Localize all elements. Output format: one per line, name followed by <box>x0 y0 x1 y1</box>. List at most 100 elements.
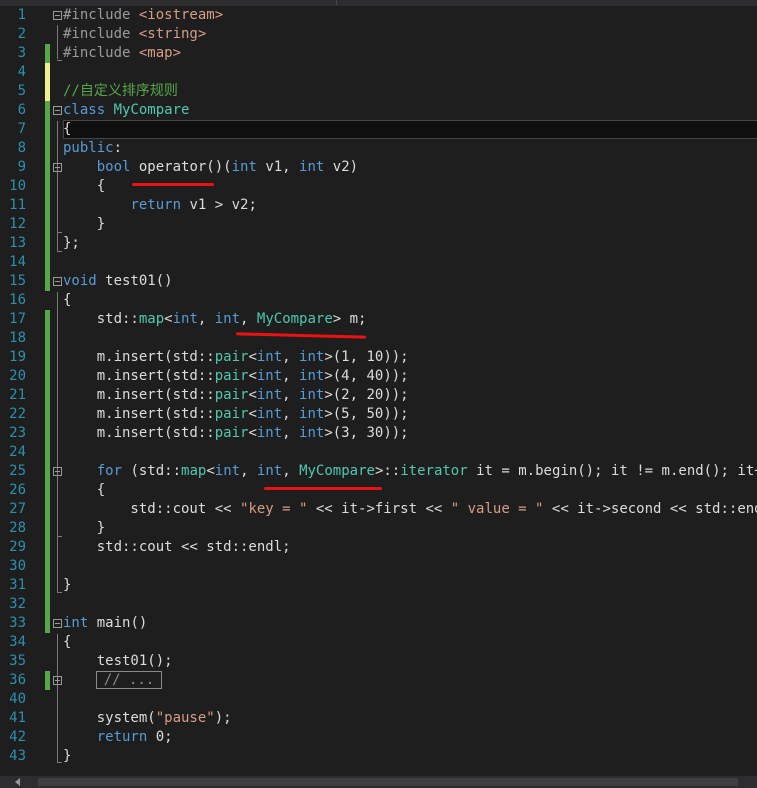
code-text[interactable]: //自定义排序规则 <box>63 82 178 101</box>
code-line[interactable]: 34 { <box>0 633 757 652</box>
code-line[interactable]: 10 { <box>0 177 757 196</box>
code-text[interactable]: std::cout << "key = " << it->first << " … <box>63 500 757 519</box>
code-line[interactable]: 36 // ... <box>0 671 757 690</box>
code-text[interactable]: { <box>63 120 71 139</box>
code-line[interactable]: 5 //自定义排序规则 <box>0 82 757 101</box>
code-text[interactable]: test01(); <box>63 652 173 671</box>
code-text[interactable]: class MyCompare <box>63 101 189 120</box>
code-line[interactable]: 12 } <box>0 215 757 234</box>
code-text[interactable]: m.insert(std::pair<int, int>(4, 40)); <box>63 367 409 386</box>
code-line[interactable]: 8 public: <box>0 139 757 158</box>
code-line[interactable]: 18 <box>0 329 757 348</box>
line-number: 29 <box>9 539 26 555</box>
code-text[interactable]: std::cout << std::endl; <box>63 538 291 557</box>
code-line[interactable]: 6 class MyCompare <box>0 101 757 120</box>
code-line[interactable]: 31} <box>0 576 757 595</box>
code-text[interactable]: { <box>63 481 105 500</box>
code-line[interactable]: 41 system("pause"); <box>0 709 757 728</box>
code-text[interactable]: }; <box>63 234 80 253</box>
code-line[interactable]: 32 <box>0 595 757 614</box>
code-text[interactable]: m.insert(std::pair<int, int>(5, 50)); <box>63 405 409 424</box>
code-text[interactable]: void test01() <box>63 272 173 291</box>
code-text[interactable]: } <box>63 747 71 766</box>
code-line[interactable]: 25 for (std::map<int, int, MyCompare>::i… <box>0 462 757 481</box>
code-text[interactable]: } <box>63 519 105 538</box>
change-marker <box>45 671 50 690</box>
code-text[interactable]: m.insert(std::pair<int, int>(3, 30)); <box>63 424 409 443</box>
code-text[interactable]: for (std::map<int, int, MyCompare>::iter… <box>63 462 757 481</box>
red-underline-annotation <box>264 487 382 490</box>
code-line[interactable]: 3 #include <map> <box>0 44 757 63</box>
code-line[interactable]: 43} <box>0 747 757 766</box>
code-line[interactable]: 4 <box>0 63 757 82</box>
code-line[interactable]: 42 return 0; <box>0 728 757 747</box>
code-line[interactable]: 13}; <box>0 234 757 253</box>
code-token: , <box>282 406 300 422</box>
code-line[interactable]: 21 m.insert(std::pair<int, int>(2, 20)); <box>0 386 757 405</box>
code-text[interactable]: m.insert(std::pair<int, int>(2, 20)); <box>63 386 409 405</box>
code-text[interactable]: bool operator()(int v1, int v2) <box>63 158 358 177</box>
code-line[interactable]: 26 { <box>0 481 757 500</box>
code-token: //自定义排序规则 <box>63 83 178 99</box>
code-text[interactable]: } <box>63 215 105 234</box>
code-line[interactable]: 33 int main() <box>0 614 757 633</box>
code-text[interactable]: { <box>63 633 71 652</box>
line-number: 12 <box>9 216 26 232</box>
code-token: { <box>63 482 106 498</box>
code-token: int <box>256 368 283 384</box>
code-line[interactable]: 40 <box>0 690 757 709</box>
code-line[interactable]: 23 m.insert(std::pair<int, int>(3, 30)); <box>0 424 757 443</box>
scrollbar-thumb[interactable] <box>38 778 738 786</box>
code-text[interactable]: { <box>63 291 71 310</box>
code-text[interactable]: system("pause"); <box>63 709 232 728</box>
line-number: 3 <box>17 45 26 61</box>
code-token: < <box>206 463 215 479</box>
code-text[interactable]: int main() <box>63 614 147 633</box>
scroll-left-icon[interactable] <box>15 778 20 786</box>
code-line[interactable]: 28 } <box>0 519 757 538</box>
code-line[interactable]: 20 m.insert(std::pair<int, int>(4, 40)); <box>0 367 757 386</box>
code-line[interactable]: 24 <box>0 443 757 462</box>
change-marker <box>45 386 50 405</box>
code-line[interactable]: 14 <box>0 253 757 272</box>
code-line[interactable]: 2 #include <string> <box>0 25 757 44</box>
code-line[interactable]: 30 <box>0 557 757 576</box>
code-text[interactable]: public: <box>63 139 122 158</box>
collapse-icon[interactable] <box>53 619 62 628</box>
code-text[interactable]: #include <map> <box>63 44 181 63</box>
collapsed-region[interactable]: // ... <box>96 671 162 689</box>
collapse-icon[interactable] <box>53 467 62 476</box>
code-line[interactable]: 16 { <box>0 291 757 310</box>
code-line[interactable]: 7{ <box>0 120 757 139</box>
line-number: 16 <box>9 292 26 308</box>
collapse-icon[interactable] <box>53 163 62 172</box>
code-line[interactable]: 29 std::cout << std::endl; <box>0 538 757 557</box>
collapse-icon[interactable] <box>53 106 62 115</box>
line-number: 4 <box>17 64 26 80</box>
code-text[interactable]: } <box>63 576 71 595</box>
collapse-icon[interactable] <box>53 277 62 286</box>
code-text[interactable]: #include <string> <box>63 25 206 44</box>
code-line[interactable]: 1 #include <iostream> <box>0 6 757 25</box>
code-text[interactable]: return 0; <box>63 728 173 747</box>
code-line[interactable]: 27 std::cout << "key = " << it->first <<… <box>0 500 757 519</box>
code-line[interactable]: 17 std::map<int, int, MyCompare> m; <box>0 310 757 329</box>
code-token: int <box>256 425 283 441</box>
code-text[interactable]: { <box>63 177 105 196</box>
code-line[interactable]: 11 return v1 > v2; <box>0 196 757 215</box>
code-line[interactable]: 35 test01(); <box>0 652 757 671</box>
expand-icon[interactable] <box>53 676 62 685</box>
code-line[interactable]: 22 m.insert(std::pair<int, int>(5, 50)); <box>0 405 757 424</box>
code-text[interactable]: #include <iostream> <box>63 6 223 25</box>
horizontal-scrollbar[interactable] <box>0 776 757 788</box>
code-text[interactable]: std::map<int, int, MyCompare> m; <box>63 310 367 329</box>
code-line[interactable]: 9 bool operator()(int v1, int v2) <box>0 158 757 177</box>
code-token: < <box>248 406 257 422</box>
code-text[interactable]: return v1 > v2; <box>63 196 256 215</box>
collapse-icon[interactable] <box>53 11 62 20</box>
code-editor[interactable]: 1 #include <iostream> 2 #include <string> 3 #… <box>0 6 757 776</box>
code-text[interactable]: m.insert(std::pair<int, int>(1, 10)); <box>63 348 409 367</box>
code-line[interactable]: 19 m.insert(std::pair<int, int>(1, 10)); <box>0 348 757 367</box>
code-token: pair <box>214 406 249 422</box>
code-line[interactable]: 15 void test01() <box>0 272 757 291</box>
